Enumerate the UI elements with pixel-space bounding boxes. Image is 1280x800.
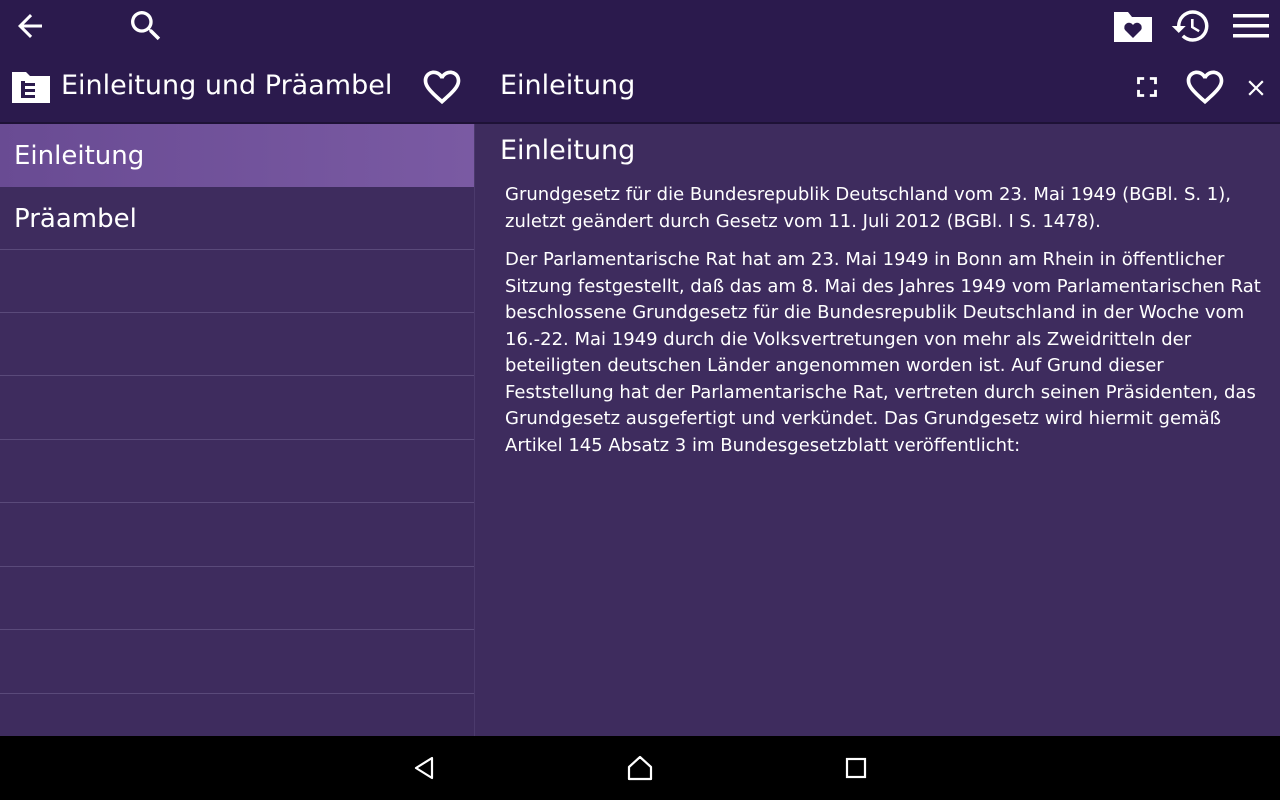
- favorites-folder-button[interactable]: [1110, 4, 1156, 48]
- list-row-empty: [0, 313, 474, 376]
- list-item-einleitung[interactable]: Einleitung: [0, 124, 474, 187]
- history-button[interactable]: [1168, 4, 1214, 48]
- search-button[interactable]: [122, 4, 170, 48]
- close-icon: [1248, 80, 1264, 96]
- history-icon: [1171, 10, 1209, 42]
- close-article-button[interactable]: [1238, 70, 1274, 106]
- menu-icon: [1233, 14, 1269, 38]
- list-row-empty: [0, 377, 474, 440]
- fullscreen-icon: [1137, 77, 1157, 97]
- paragraph: Grundgesetz für die Bundesrepublik Deuts…: [505, 184, 1232, 232]
- nav-back-icon: [414, 756, 434, 780]
- favorite-article-button[interactable]: [1182, 64, 1228, 110]
- folder-tree-icon: [12, 72, 50, 103]
- list-item-praeambel[interactable]: Präambel: [0, 187, 474, 250]
- content-heading: Einleitung: [500, 135, 636, 166]
- section-list: Einleitung Präambel: [0, 124, 474, 736]
- nav-home-button[interactable]: [618, 746, 662, 790]
- menu-button[interactable]: [1228, 4, 1274, 48]
- search-icon: [131, 11, 161, 41]
- heart-outline-icon: [423, 70, 461, 105]
- list-row-empty: [0, 504, 474, 567]
- folder-tree-button: [10, 68, 52, 106]
- back-button[interactable]: [6, 6, 54, 46]
- pane-title: Einleitung und Präambel: [61, 70, 393, 101]
- list-item-label: Einleitung: [14, 141, 145, 171]
- nav-recents-icon: [845, 757, 867, 779]
- nav-home-icon: [627, 755, 653, 781]
- heart-outline-icon: [1186, 70, 1224, 105]
- nav-back-button[interactable]: [402, 746, 446, 790]
- arrow-left-icon: [18, 14, 42, 38]
- system-nav-bar: [0, 736, 1280, 800]
- app-toolbar: Einleitung und Präambel Einleitung: [0, 0, 1280, 122]
- list-item-label: Präambel: [14, 204, 137, 234]
- favorite-section-button[interactable]: [418, 64, 466, 110]
- nav-recents-button[interactable]: [834, 746, 878, 790]
- heart-folder-icon: [1114, 12, 1152, 42]
- fullscreen-button[interactable]: [1126, 66, 1168, 108]
- list-row-empty: [0, 250, 474, 313]
- article-content: Einleitung Grundgesetz für die Bundesrep…: [475, 124, 1280, 736]
- article-title: Einleitung: [500, 70, 636, 101]
- list-row-empty: [0, 567, 474, 630]
- list-row-empty: [0, 631, 474, 694]
- paragraph: Der Parlamentarische Rat hat am 23. Mai …: [505, 249, 1261, 456]
- list-row-empty: [0, 440, 474, 503]
